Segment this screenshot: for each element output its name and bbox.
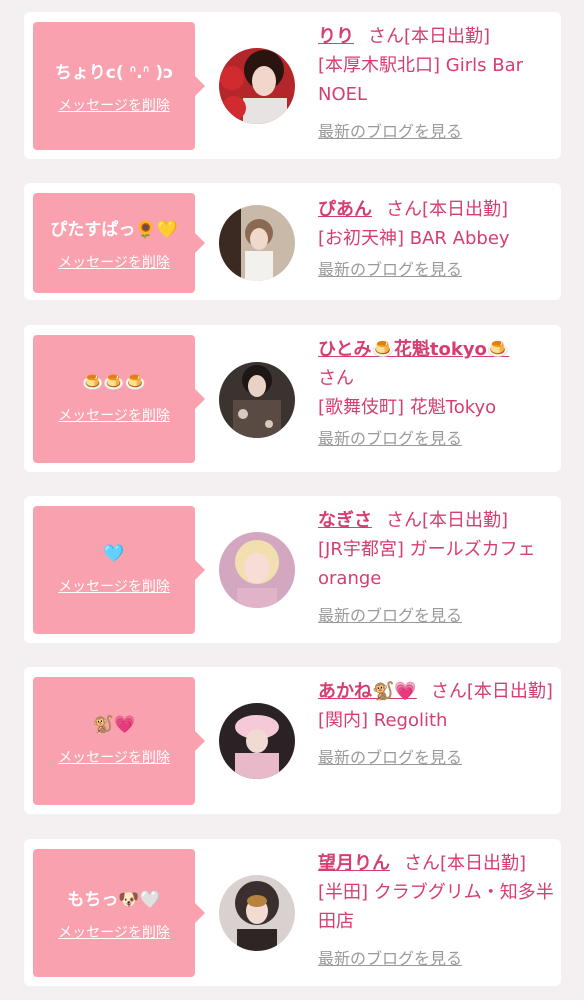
attendance-status: [本日出勤] — [404, 26, 491, 47]
message-bubble: 🍮🍮🍮 メッセージを削除 — [33, 335, 205, 463]
message-text: 🩵 — [103, 544, 125, 564]
cast-info: ひとみ🍮花魁tokyo🍮 さん [歌舞伎町] 花魁Tokyo 最新のブログを見る — [318, 335, 554, 453]
message-bubble: ぴたすぱっ🌻💛 メッセージを削除 — [33, 193, 205, 293]
honorific: さん — [386, 510, 422, 531]
message-card: 🐒💗 メッセージを削除 あかね🐒💗 さん[本日出勤] [関内] Regolith … — [24, 667, 561, 814]
delete-message-link[interactable]: メッセージを削除 — [58, 576, 170, 596]
delete-message-link[interactable]: メッセージを削除 — [58, 95, 170, 115]
shop-info: [お初天神] BAR Abbey — [318, 228, 510, 249]
cast-info: りり さん[本日出勤] [本厚木駅北口] Girls Bar NOEL 最新のブロ… — [318, 22, 554, 146]
message-card: 🍮🍮🍮 メッセージを削除 ひとみ🍮花魁tokyo🍮 さん [歌舞伎町] 花魁To… — [24, 325, 561, 472]
latest-blog-link[interactable]: 最新のブログを見る — [318, 117, 462, 146]
shop-info: [歌舞伎町] 花魁Tokyo — [318, 397, 497, 418]
shop-info: [半田] クラブグリム・知多半田店 — [318, 882, 554, 932]
cast-info: 望月りん さん[本日出勤] [半田] クラブグリム・知多半田店 最新のブログを見る — [318, 849, 554, 973]
avatar[interactable] — [219, 703, 295, 779]
message-card: ちょりc( ᐢ.ᐢ )ɔ メッセージを削除 りり さん[本日出勤] [本厚木駅北口… — [24, 12, 561, 159]
latest-blog-link[interactable]: 最新のブログを見る — [318, 743, 462, 772]
cast-info: なぎさ さん[本日出勤] [JR宇都宮] ガールズカフェ orange 最新のブロ… — [318, 506, 554, 630]
latest-blog-link[interactable]: 最新のブログを見る — [318, 944, 462, 973]
message-text: ぴたすぱっ🌻💛 — [50, 219, 178, 240]
delete-message-link[interactable]: メッセージを削除 — [58, 405, 170, 425]
avatar[interactable] — [219, 205, 295, 281]
cast-name-link[interactable]: ひとみ🍮花魁tokyo🍮 — [318, 339, 509, 360]
cast-name-link[interactable]: りり — [318, 26, 354, 47]
latest-blog-link[interactable]: 最新のブログを見る — [318, 424, 462, 453]
avatar[interactable] — [219, 532, 295, 608]
message-text: もちっ🐶🤍 — [67, 889, 161, 910]
message-text: 🍮🍮🍮 — [82, 373, 146, 393]
cast-name-link[interactable]: あかね🐒💗 — [318, 681, 417, 702]
honorific: さん — [368, 26, 404, 47]
message-text: 🐒💗 — [92, 715, 136, 735]
delete-message-link[interactable]: メッセージを削除 — [58, 922, 170, 942]
message-card: ぴたすぱっ🌻💛 メッセージを削除 ぴあん さん[本日出勤] [お初天神] BAR … — [24, 183, 561, 300]
shop-info: [本厚木駅北口] Girls Bar NOEL — [318, 55, 523, 105]
attendance-status: [本日出勤] — [422, 199, 509, 220]
delete-message-link[interactable]: メッセージを削除 — [58, 252, 170, 272]
message-bubble: ちょりc( ᐢ.ᐢ )ɔ メッセージを削除 — [33, 22, 205, 150]
cast-name-link[interactable]: ぴあん — [318, 199, 372, 220]
message-bubble: 🩵 メッセージを削除 — [33, 506, 205, 634]
avatar[interactable] — [219, 875, 295, 951]
latest-blog-link[interactable]: 最新のブログを見る — [318, 255, 462, 284]
attendance-status: [本日出勤] — [440, 853, 527, 874]
honorific: さん — [318, 368, 354, 389]
avatar[interactable] — [219, 362, 295, 438]
delete-message-link[interactable]: メッセージを削除 — [58, 747, 170, 767]
message-card: 🩵 メッセージを削除 なぎさ さん[本日出勤] [JR宇都宮] ガールズカフェ o… — [24, 496, 561, 643]
attendance-status: [本日出勤] — [466, 681, 553, 702]
attendance-status: [本日出勤] — [422, 510, 509, 531]
avatar[interactable] — [219, 48, 295, 124]
shop-info: [JR宇都宮] ガールズカフェ orange — [318, 539, 536, 589]
message-bubble: もちっ🐶🤍 メッセージを削除 — [33, 849, 205, 977]
message-bubble: 🐒💗 メッセージを削除 — [33, 677, 205, 805]
cast-info: あかね🐒💗 さん[本日出勤] [関内] Regolith 最新のブログを見る — [318, 677, 554, 772]
latest-blog-link[interactable]: 最新のブログを見る — [318, 601, 462, 630]
message-text: ちょりc( ᐢ.ᐢ )ɔ — [54, 62, 174, 83]
cast-name-link[interactable]: なぎさ — [318, 510, 372, 531]
shop-info: [関内] Regolith — [318, 710, 448, 731]
honorific: さん — [404, 853, 440, 874]
cast-info: ぴあん さん[本日出勤] [お初天神] BAR Abbey 最新のブログを見る — [318, 195, 554, 284]
honorific: さん — [386, 199, 422, 220]
cast-name-link[interactable]: 望月りん — [318, 853, 390, 874]
honorific: さん — [430, 681, 467, 702]
message-card: もちっ🐶🤍 メッセージを削除 望月りん さん[本日出勤] [半田] クラブグリム・… — [24, 839, 561, 986]
